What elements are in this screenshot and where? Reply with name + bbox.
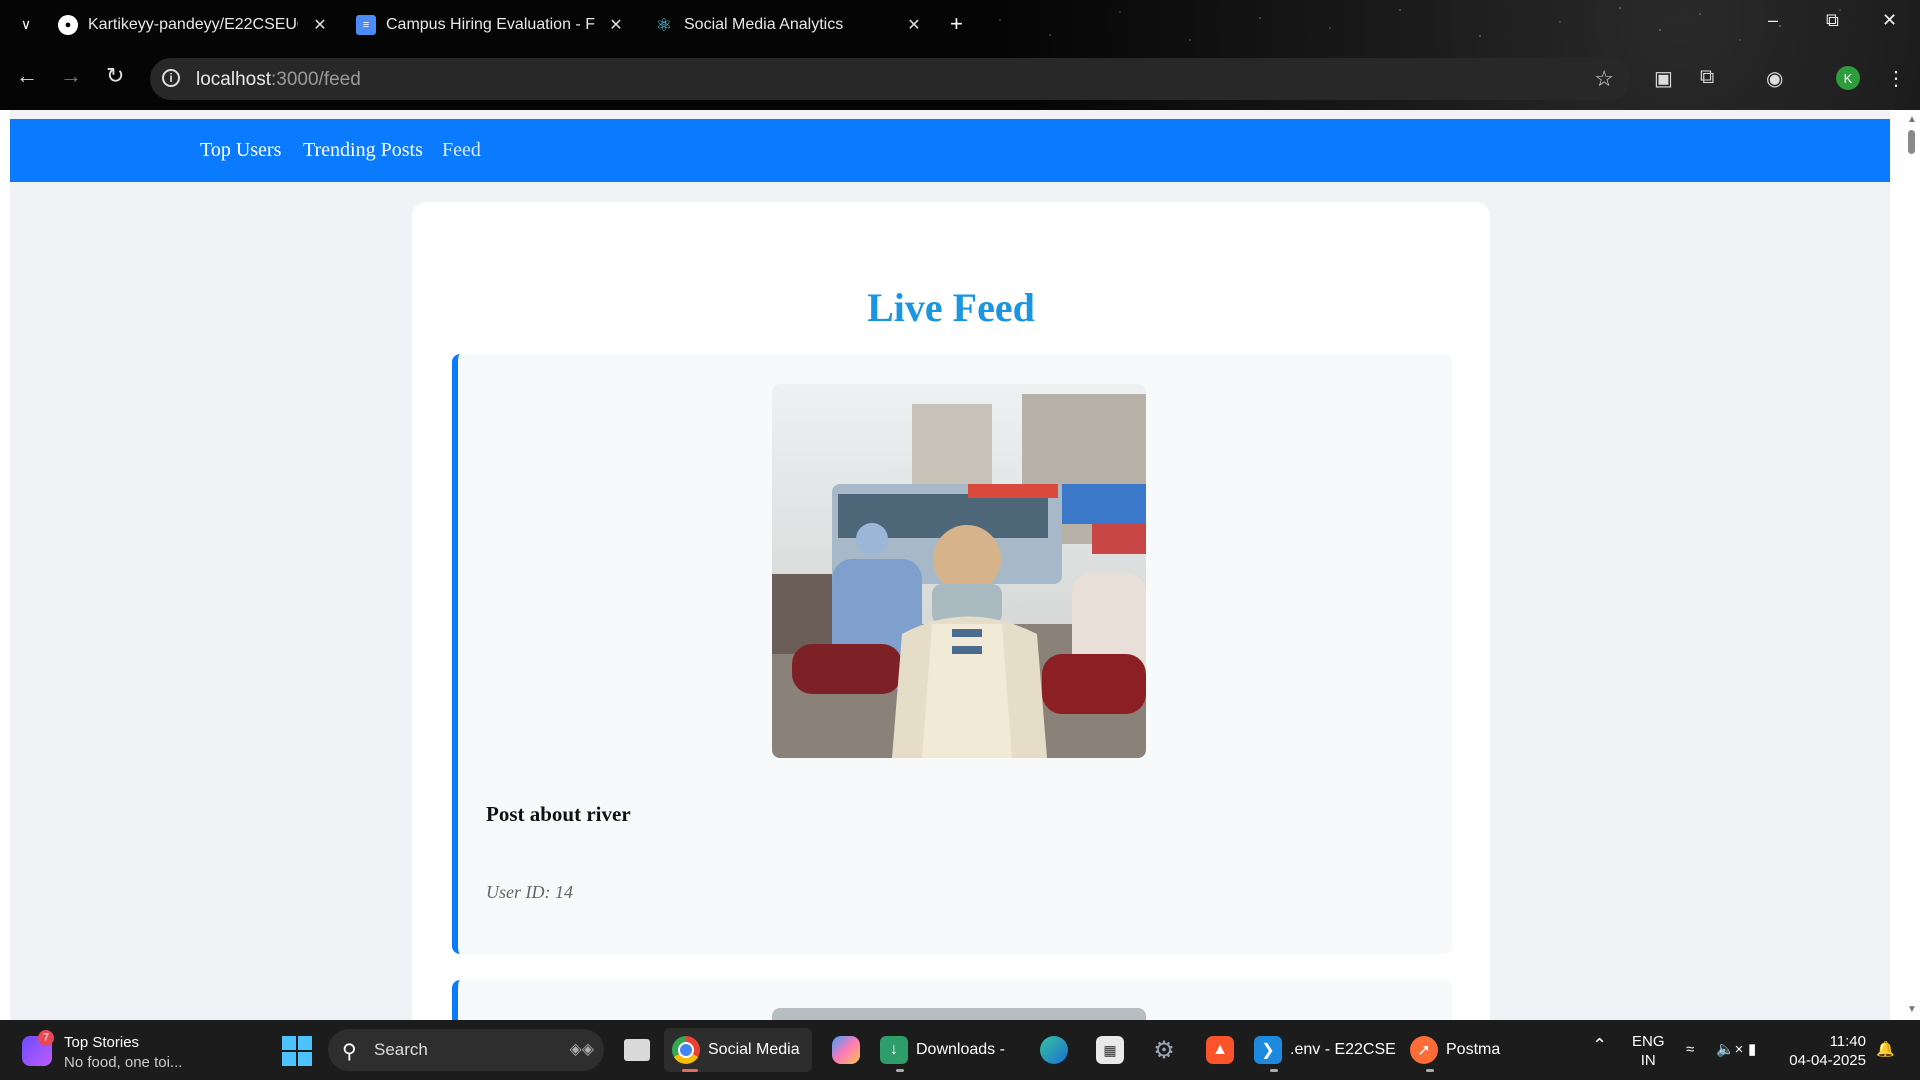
taskbar-app-store[interactable]: ▦: [1088, 1028, 1132, 1072]
minimize-icon[interactable]: –: [1768, 10, 1778, 31]
taskbar-app-brave[interactable]: ▲: [1198, 1028, 1242, 1072]
taskbar-app-postman[interactable]: ➚ Postma: [1402, 1028, 1512, 1072]
close-icon[interactable]: ✕: [310, 15, 330, 35]
react-icon: ⚛: [655, 14, 673, 35]
profile-avatar[interactable]: K: [1836, 66, 1860, 90]
taskbar-app-downloads[interactable]: ↓ Downloads -: [872, 1028, 1022, 1072]
tab-github[interactable]: ● Kartikeyy-pandeyy/E22CSEU094 ✕: [58, 8, 330, 42]
nav-link-top-users[interactable]: Top Users: [200, 139, 281, 162]
street-scene-photo: [772, 384, 1146, 758]
news-widget[interactable]: 7 Top Stories No food, one toi...: [22, 1030, 182, 1072]
google-docs-icon: ≡: [356, 15, 376, 35]
tab-social-media-analytics[interactable]: ⚛ Social Media Analytics ✕: [654, 8, 924, 42]
taskbar-app-label: Postma: [1446, 1041, 1501, 1058]
taskbar-app-label: .env - E22CSE: [1290, 1041, 1396, 1058]
search-label: Search: [374, 1040, 428, 1059]
taskbar-app-edge[interactable]: [1032, 1028, 1076, 1072]
tab-campus-hiring[interactable]: ≡ Campus Hiring Evaluation - Fro ✕: [356, 8, 626, 42]
edge-icon: [1040, 1036, 1068, 1064]
restore-icon[interactable]: ⧉: [1826, 10, 1839, 31]
close-icon[interactable]: ✕: [606, 15, 626, 35]
date-text: 04-04-2025: [1789, 1052, 1866, 1069]
post-user-id: User ID: 14: [486, 882, 573, 902]
menu-kebab-icon[interactable]: ⋮: [1886, 66, 1906, 91]
address-bar[interactable]: i localhost:3000/feed ☆: [150, 58, 1630, 100]
tab-search-chevron-icon[interactable]: ∨: [14, 12, 38, 36]
page-title: Live Feed: [867, 285, 1035, 330]
new-tab-plus-icon[interactable]: +: [950, 12, 963, 36]
active-indicator: [682, 1069, 698, 1072]
tab-title: Kartikeyy-pandeyy/E22CSEU094: [88, 16, 298, 33]
brave-icon: ▲: [1206, 1036, 1234, 1064]
page-scrollbar[interactable]: ▲ ▼: [1902, 110, 1920, 1020]
post-image: [772, 1008, 1146, 1020]
post-content: Post about river: [486, 802, 631, 826]
site-info-icon[interactable]: i: [162, 69, 180, 87]
extensions-puzzle-icon[interactable]: ⧉: [1700, 66, 1714, 89]
nav-link-feed[interactable]: Feed: [442, 139, 481, 162]
task-view-icon[interactable]: [616, 1028, 658, 1072]
vscode-icon: ❯: [1254, 1036, 1282, 1064]
clock[interactable]: 11:40 04-04-2025: [1786, 1032, 1866, 1070]
store-icon: ▦: [1096, 1036, 1124, 1064]
region-code: IN: [1640, 1052, 1656, 1069]
language-code: ENG: [1632, 1033, 1665, 1050]
downloads-folder-icon: ↓: [880, 1036, 908, 1064]
search-highlight-icon: ◈◈: [569, 1041, 594, 1058]
back-arrow-icon[interactable]: ←: [16, 64, 38, 88]
open-indicator: [896, 1069, 904, 1072]
taskbar-app-chrome[interactable]: Social Media: [664, 1028, 812, 1072]
volume-muted-icon[interactable]: 🔈×: [1716, 1040, 1743, 1059]
scrollbar-thumb[interactable]: [1908, 130, 1915, 154]
close-window-icon[interactable]: ✕: [1882, 10, 1897, 31]
feed-card: Live Feed Post about river User ID: 14: [412, 202, 1490, 1020]
url-text: localhost:3000/feed: [196, 69, 361, 90]
tab-groups-icon[interactable]: ▣: [1654, 66, 1673, 91]
taskbar-app-vscode[interactable]: ❯ .env - E22CSE: [1246, 1028, 1396, 1072]
taskbar-app-copilot[interactable]: [824, 1028, 868, 1072]
taskbar-app-label: Downloads -: [916, 1041, 1005, 1058]
post-card: [452, 980, 1452, 1020]
battery-icon[interactable]: ▮: [1748, 1040, 1756, 1059]
taskbar-app-settings[interactable]: ⚙: [1142, 1028, 1186, 1072]
post-card: Post about river User ID: 14: [452, 354, 1452, 954]
windows-start-icon[interactable]: [282, 1036, 312, 1066]
post-image: [772, 384, 1146, 758]
language-indicator[interactable]: ENG IN: [1632, 1032, 1665, 1070]
taskbar: 7 Top Stories No food, one toi... ⚲ Sear…: [0, 1020, 1920, 1080]
screenshot-camera-icon[interactable]: ◉: [1766, 66, 1783, 91]
app-page: Top Users Trending Posts Feed Live Feed: [10, 110, 1890, 1020]
browser-chrome: ∨ ● Kartikeyy-pandeyy/E22CSEU094 ✕ ≡ Cam…: [0, 0, 1920, 110]
open-indicator: [1426, 1069, 1434, 1072]
news-subtitle: No food, one toi...: [64, 1054, 183, 1071]
navbar: Top Users Trending Posts Feed: [10, 119, 1890, 182]
page-viewport: Top Users Trending Posts Feed Live Feed: [0, 110, 1920, 1020]
chrome-icon: [672, 1036, 700, 1064]
notifications-bell-icon[interactable]: 🔔: [1876, 1040, 1895, 1059]
bookmark-star-icon[interactable]: ☆: [1594, 66, 1614, 92]
forward-arrow-icon[interactable]: →: [60, 64, 82, 88]
scroll-down-icon[interactable]: ▼: [1907, 1004, 1917, 1015]
settings-icon: ⚙: [1153, 1036, 1175, 1064]
taskbar-search[interactable]: ⚲ Search ◈◈: [328, 1029, 604, 1071]
notification-badge: 7: [38, 1030, 54, 1046]
copilot-icon: [832, 1036, 860, 1064]
postman-icon: ➚: [1410, 1036, 1438, 1064]
nav-link-trending-posts[interactable]: Trending Posts: [303, 139, 423, 162]
close-icon[interactable]: ✕: [904, 15, 924, 35]
reload-icon[interactable]: ↻: [106, 64, 124, 88]
open-indicator: [1270, 1069, 1278, 1072]
search-icon: ⚲: [342, 1041, 357, 1063]
time-text: 11:40: [1829, 1033, 1866, 1050]
wifi-icon[interactable]: ≈: [1686, 1040, 1694, 1059]
tab-title: Social Media Analytics: [684, 16, 844, 33]
github-icon: ●: [58, 15, 78, 35]
taskbar-app-label: Social Media: [708, 1041, 800, 1058]
show-hidden-icons-chevron-icon[interactable]: ⌃: [1592, 1036, 1607, 1055]
tab-title: Campus Hiring Evaluation - Fro: [386, 16, 596, 33]
scroll-up-icon[interactable]: ▲: [1907, 114, 1917, 125]
news-title: Top Stories: [64, 1034, 140, 1051]
